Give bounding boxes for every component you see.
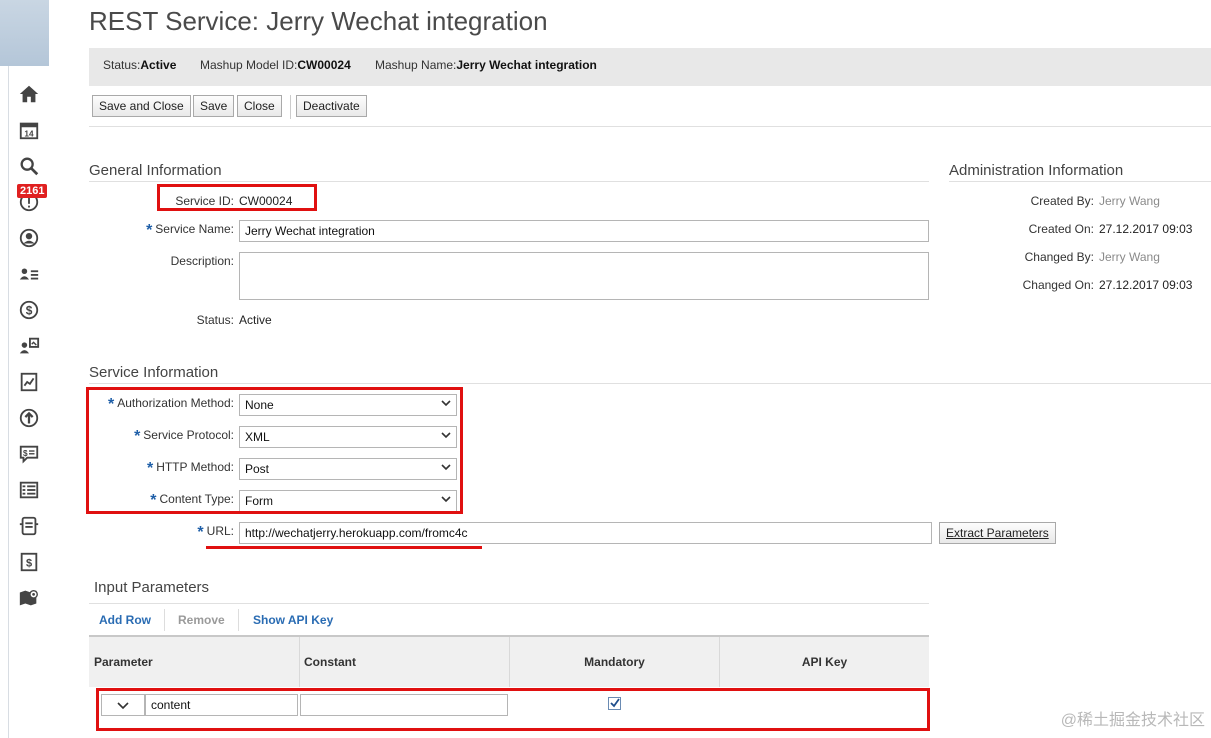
person-icon[interactable] <box>17 226 41 250</box>
constant-field[interactable] <box>300 694 508 716</box>
column-header-api-key[interactable]: API Key <box>720 637 929 687</box>
highlight-url-underline <box>206 546 482 549</box>
service-protocol-label: * Service Protocol: <box>134 428 234 445</box>
toolbar-divider <box>238 609 239 631</box>
column-header-mandatory[interactable]: Mandatory <box>510 637 720 687</box>
list-icon[interactable] <box>17 478 41 502</box>
sidebar-header <box>0 0 49 66</box>
url-label: * URL: <box>197 524 234 541</box>
created-by-label: Created By: <box>1030 194 1094 208</box>
notification-badge[interactable]: 2161 <box>17 184 48 198</box>
check-icon <box>610 698 620 708</box>
calendar-icon[interactable]: 14 <box>17 118 41 142</box>
page-title: REST Service: Jerry Wechat integration <box>89 6 548 36</box>
parameter-field[interactable] <box>145 694 298 716</box>
toolbar-divider <box>164 609 165 631</box>
service-name-field[interactable] <box>239 220 929 242</box>
home-icon[interactable] <box>17 82 41 106</box>
quote-icon[interactable]: $ <box>17 442 41 466</box>
deactivate-button[interactable]: Deactivate <box>296 95 367 117</box>
required-icon: * <box>146 222 153 239</box>
auth-method-label: * Authorization Method: <box>108 396 234 413</box>
extract-parameters-button[interactable]: Extract Parameters <box>939 522 1056 544</box>
service-id-label: Service ID: <box>175 194 234 208</box>
http-method-label: * HTTP Method: <box>146 460 234 477</box>
currency-icon[interactable]: $ <box>17 298 41 322</box>
content-type-label: * Content Type: <box>150 492 234 509</box>
changed-by-value: Jerry Wang <box>1099 250 1160 264</box>
mashup-name-field: Mashup Name:Jerry Wechat integration <box>375 58 597 72</box>
team-list-icon[interactable] <box>17 262 41 286</box>
chevron-down-icon <box>441 464 451 471</box>
toolbar-divider <box>290 95 291 119</box>
row-expand-toggle[interactable] <box>101 694 145 716</box>
service-protocol-select[interactable]: XML <box>239 426 457 448</box>
required-icon: * <box>108 396 115 413</box>
changed-on-label: Changed On: <box>1022 278 1094 292</box>
created-on-value: 27.12.2017 09:03 <box>1099 222 1193 236</box>
sales-icon[interactable] <box>17 334 41 358</box>
created-by-value: Jerry Wang <box>1099 194 1160 208</box>
required-icon: * <box>197 524 204 541</box>
chevron-down-icon <box>441 400 451 407</box>
status-label: Status: <box>196 313 234 327</box>
divider <box>949 181 1211 182</box>
http-method-select[interactable]: Post <box>239 458 457 480</box>
svg-text:14: 14 <box>24 129 34 138</box>
divider <box>89 603 929 604</box>
service-info-title: Service Information <box>89 364 219 381</box>
description-field[interactable] <box>239 252 929 300</box>
admin-info-title: Administration Information <box>949 162 1124 179</box>
required-icon: * <box>146 460 154 477</box>
report-icon[interactable] <box>17 370 41 394</box>
required-icon: * <box>150 492 157 509</box>
mandatory-checkbox[interactable] <box>608 697 621 710</box>
chevron-down-icon <box>117 702 129 710</box>
save-button[interactable]: Save <box>193 95 235 117</box>
required-icon: * <box>134 428 141 445</box>
general-info-title: General Information <box>89 162 222 179</box>
svg-text:$: $ <box>26 304 33 318</box>
growth-icon[interactable] <box>17 406 41 430</box>
divider <box>89 181 929 182</box>
watermark: @稀土掘金技术社区 <box>1060 712 1205 729</box>
status-field: Status:Active <box>103 58 177 72</box>
url-field[interactable] <box>239 522 932 544</box>
save-and-close-button[interactable]: Save and Close <box>92 95 191 117</box>
auth-method-select[interactable]: None <box>239 394 457 416</box>
changed-on-value: 27.12.2017 09:03 <box>1099 278 1193 292</box>
remove-button[interactable]: Remove <box>178 613 225 627</box>
column-header-parameter[interactable]: Parameter <box>89 637 300 687</box>
divider <box>89 126 1211 127</box>
status-bar: Status:Active Mashup Model ID:CW00024 Ma… <box>89 48 1211 86</box>
model-id-field: Mashup Model ID:CW00024 <box>200 58 351 72</box>
status-value: Active <box>239 313 272 327</box>
description-label: Description: <box>170 254 234 268</box>
created-on-label: Created On: <box>1028 222 1094 236</box>
service-name-label: * Service Name: <box>146 222 234 239</box>
chevron-down-icon <box>441 496 451 503</box>
device-icon[interactable] <box>17 514 41 538</box>
sidebar: 14 2161 $ $ $ <box>8 66 49 738</box>
changed-by-label: Changed By: <box>1024 250 1094 264</box>
add-row-button[interactable]: Add Row <box>99 613 151 627</box>
service-id-value: CW00024 <box>239 194 293 208</box>
input-params-title: Input Parameters <box>94 579 210 596</box>
search-icon[interactable] <box>17 154 41 178</box>
column-header-constant[interactable]: Constant <box>300 637 510 687</box>
divider <box>89 383 1211 384</box>
chevron-down-icon <box>441 432 451 439</box>
content-type-select[interactable]: Form <box>239 490 457 512</box>
svg-text:$: $ <box>26 558 32 570</box>
show-api-key-button[interactable]: Show API Key <box>253 613 333 627</box>
invoice-icon[interactable]: $ <box>17 550 41 574</box>
close-button[interactable]: Close <box>237 95 282 117</box>
svg-text:$: $ <box>23 449 28 458</box>
map-icon[interactable] <box>17 586 41 610</box>
